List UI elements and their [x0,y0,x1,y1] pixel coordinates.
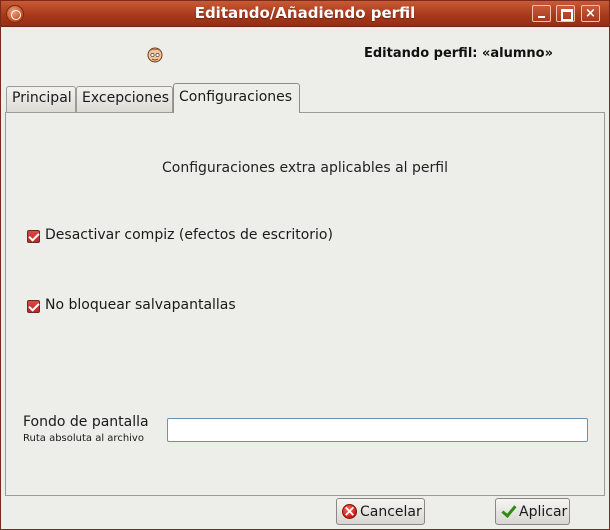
apply-button[interactable]: Aplicar [495,498,570,525]
checkmark-icon [501,504,516,519]
no-lock-screensaver-label: No bloquear salvapantallas [45,297,236,313]
minimize-button[interactable] [532,5,551,22]
close-button[interactable]: × [581,5,600,22]
no-lock-screensaver-checkbox[interactable] [27,300,40,313]
wallpaper-path-input[interactable] [167,418,588,442]
tab-excepciones[interactable]: Excepciones [76,86,173,113]
minimize-icon [533,6,550,21]
wallpaper-label: Fondo de pantalla [23,414,149,430]
disable-compiz-label: Desactivar compiz (efectos de escritorio… [45,227,333,243]
maximize-button[interactable] [556,5,575,22]
configuraciones-panel: Configuraciones extra aplicables al perf… [5,112,605,496]
dialog-window: Editando/Añadiendo perfil × Editando per… [0,0,610,530]
tab-configuraciones[interactable]: Configuraciones [173,83,300,113]
cancel-button[interactable]: Cancelar [336,498,425,525]
title-bar[interactable]: Editando/Añadiendo perfil × [1,1,609,27]
cancel-icon [342,502,357,520]
apply-label: Aplicar [519,504,568,520]
panel-heading: Configuraciones extra aplicables al perf… [162,160,448,176]
disable-compiz-checkbox[interactable] [27,230,40,243]
user-face-icon [147,47,163,63]
window-title: Editando/Añadiendo perfil [194,4,416,22]
wallpaper-sublabel: Ruta absoluta al archivo [23,433,144,444]
cancel-label: Cancelar [360,504,422,520]
maximize-icon [557,6,574,21]
close-icon: × [585,6,596,21]
profile-heading: Editando perfil: «alumno» [364,46,554,61]
tab-principal[interactable]: Principal [6,86,76,113]
